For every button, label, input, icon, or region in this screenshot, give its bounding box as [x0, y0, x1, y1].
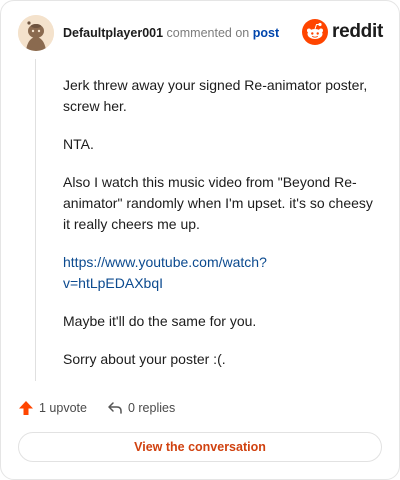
comment-actions: 1 upvote 0 replies: [18, 397, 195, 419]
post-link[interactable]: post: [253, 26, 279, 40]
reply-button[interactable]: 0 replies: [107, 400, 175, 416]
comment-paragraph: Also I watch this music video from "Beyo…: [63, 174, 373, 232]
comment-paragraph: NTA.: [63, 136, 94, 152]
reddit-logo[interactable]: reddit: [302, 19, 383, 45]
comment-paragraph: Jerk threw away your signed Re-animator …: [63, 77, 368, 114]
avatar[interactable]: [18, 15, 54, 51]
reddit-wordmark: reddit: [332, 21, 383, 42]
author-name[interactable]: Defaultplayer001: [63, 26, 163, 40]
comment-paragraph: Maybe it'll do the same for you.: [63, 313, 257, 329]
reddit-snoo-icon: [302, 19, 329, 45]
upvote-count: 1 upvote: [39, 401, 87, 415]
comment-meta: Defaultplayer001 commented on post: [63, 26, 279, 40]
thread-line: [35, 59, 36, 381]
youtube-link[interactable]: https://www.youtube.com/watch? v=htLpEDAX…: [63, 254, 267, 291]
comment-header: Defaultplayer001 commented on post reddi…: [18, 15, 385, 51]
comment-body: Jerk threw away your signed Re-animator …: [63, 75, 381, 387]
reply-arrow-icon: [108, 402, 122, 414]
avatar-icon: [18, 15, 54, 51]
view-conversation-button[interactable]: View the conversation: [18, 432, 382, 462]
comment-card: Defaultplayer001 commented on post reddi…: [0, 0, 400, 480]
upvote-arrow-icon: [19, 401, 33, 415]
commented-label: commented on: [166, 26, 250, 40]
comment-paragraph: Sorry about your poster :(.: [63, 351, 226, 367]
comment-paragraph-link: https://www.youtube.com/watch? v=htLpEDAX…: [63, 252, 381, 294]
reply-count: 0 replies: [127, 401, 176, 415]
upvote-button[interactable]: 1 upvote: [18, 400, 87, 416]
